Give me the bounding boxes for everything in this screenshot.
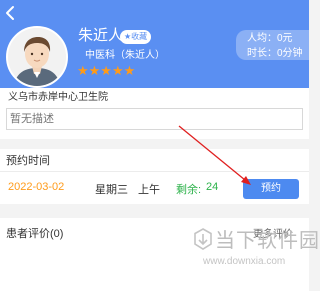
- appointment-period: 上午: [138, 184, 160, 196]
- consult-duration: 时长：0分钟: [247, 48, 303, 59]
- back-arrow-icon[interactable]: [2, 4, 20, 22]
- watermark-url: www.downxia.com: [203, 256, 286, 267]
- rating-stars: ★★★★★: [77, 63, 136, 78]
- watermark-logo-icon: [194, 228, 212, 250]
- remaining-count: 24: [206, 181, 219, 193]
- appointment-section-header: 预约时间: [0, 149, 309, 171]
- doctor-avatar: [6, 26, 68, 88]
- watermark-brand: 当下软件园: [215, 230, 320, 252]
- collect-button[interactable]: ★收藏: [120, 30, 152, 44]
- doctor-department: 中医科（朱近人）: [85, 50, 165, 61]
- doctor-header: 朱近人 ★收藏 中医科（朱近人） ★★★★★ 人均：0元 时长：0分钟: [0, 0, 309, 92]
- average-cost: 人均：0元: [247, 33, 293, 44]
- reviews-title: 患者评价(0): [6, 228, 64, 240]
- appointment-date: 2022-03-02: [8, 181, 65, 193]
- doctor-name: 朱近人: [78, 27, 124, 44]
- remaining-label: 剩余:: [176, 184, 202, 196]
- appointment-row: 2022-03-02 星期三 上午 剩余: 24 预约: [0, 171, 309, 204]
- book-button[interactable]: 预约: [243, 179, 299, 199]
- appointment-weekday: 星期三: [95, 184, 128, 196]
- hospital-name: 义乌市赤岸中心卫生院: [8, 92, 108, 103]
- doctor-stats: 人均：0元 时长：0分钟: [236, 30, 309, 60]
- hospital-card: 义乌市赤岸中心卫生院: [0, 88, 309, 139]
- description-field[interactable]: [6, 108, 303, 130]
- appointment-section-title: 预约时间: [6, 155, 50, 167]
